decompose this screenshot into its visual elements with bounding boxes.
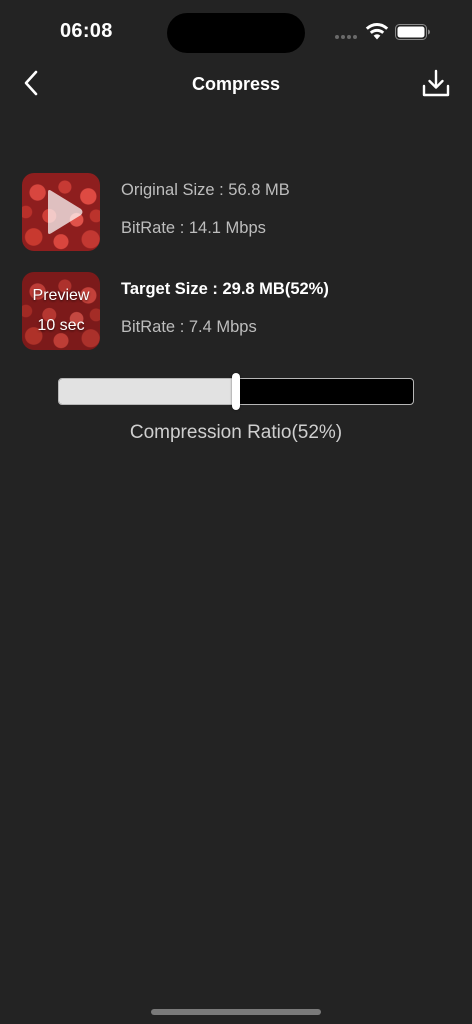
original-bitrate-label: BitRate : 14.1 Mbps: [121, 219, 266, 237]
cellular-signal-icon: [335, 35, 357, 39]
original-video-thumbnail[interactable]: [22, 173, 100, 251]
download-icon: [422, 69, 450, 97]
preview-duration: 10 sec: [37, 317, 85, 334]
status-time: 06:08: [60, 20, 113, 42]
target-bitrate-label: BitRate : 7.4 Mbps: [121, 318, 257, 336]
battery-icon: [395, 24, 430, 40]
preview-overlay: Preview 10 sec: [22, 272, 100, 350]
wifi-icon: [365, 23, 389, 40]
play-icon: [48, 190, 83, 234]
slider-fill: [59, 379, 236, 404]
preview-thumbnail-button[interactable]: Preview 10 sec: [22, 272, 100, 350]
home-indicator: [151, 1009, 321, 1015]
target-size-label: Target Size : 29.8 MB(52%): [121, 280, 329, 298]
compression-ratio-label: Compression Ratio(52%): [129, 422, 343, 443]
compress-screen: 06:08 Compress Original Size : 56.8 MB B…: [0, 0, 472, 1024]
page-title: Compress: [191, 74, 281, 94]
compression-slider[interactable]: [58, 373, 414, 410]
dynamic-island: [167, 13, 305, 53]
slider-handle[interactable]: [232, 373, 240, 410]
preview-label: Preview: [32, 287, 90, 304]
original-size-label: Original Size : 56.8 MB: [121, 181, 290, 199]
download-button[interactable]: [420, 67, 452, 99]
